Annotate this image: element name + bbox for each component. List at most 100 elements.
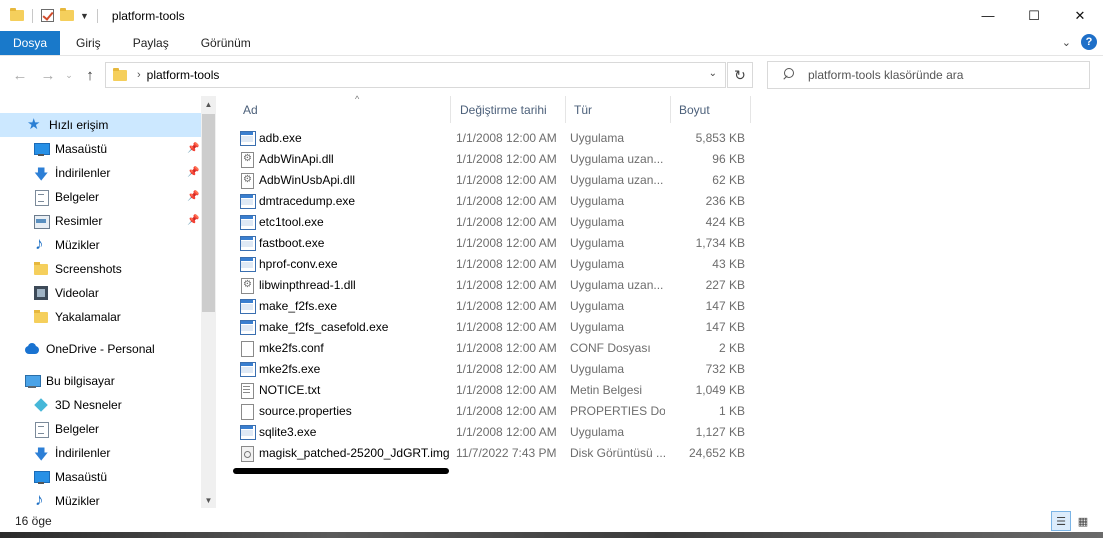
scrollbar-thumb[interactable] xyxy=(202,114,215,312)
file-name-cell[interactable]: mke2fs.exe xyxy=(239,358,449,379)
file-file-icon xyxy=(239,340,255,357)
sidebar-item-music-pc[interactable]: Müzikler xyxy=(33,489,100,508)
file-list: Ad ^ Değiştirme tarihi Tür Boyut adb.exe… xyxy=(216,94,1103,508)
column-header-name[interactable]: Ad ^ xyxy=(235,94,451,123)
sidebar-item-onedrive[interactable]: OneDrive - Personal xyxy=(24,337,155,361)
pin-icon[interactable]: 📌 xyxy=(187,143,199,154)
sidebar-item-this-pc[interactable]: Bu bilgisayar xyxy=(24,369,115,393)
help-icon[interactable]: ? xyxy=(1081,34,1097,50)
file-name-cell[interactable]: adb.exe xyxy=(239,127,449,148)
column-header-date[interactable]: Değiştirme tarihi xyxy=(452,96,566,123)
table-row[interactable]: etc1tool.exe 1/1/2008 12:00 AM Uygulama 424… xyxy=(235,211,755,232)
sidebar-item-captures[interactable]: Yakalamalar xyxy=(33,305,121,329)
file-name-cell[interactable]: magisk_patched-25200_JdGRT.img xyxy=(239,442,449,463)
sidebar-item-downloads-pc[interactable]: İndirilenler xyxy=(33,441,110,468)
file-date: 1/1/2008 12:00 AM xyxy=(456,382,557,397)
tab-share[interactable]: Paylaş xyxy=(117,31,185,55)
music-icon xyxy=(33,490,49,508)
table-row[interactable]: AdbWinApi.dll 1/1/2008 12:00 AM Uygulama u… xyxy=(235,148,755,169)
properties-icon[interactable] xyxy=(41,9,54,22)
refresh-button[interactable]: ↻ xyxy=(727,62,753,88)
sidebar-item-desktop-pc[interactable]: Masaüstü xyxy=(33,465,107,489)
file-name-cell[interactable]: AdbWinApi.dll xyxy=(239,148,449,169)
search-input[interactable] xyxy=(808,68,1088,82)
sidebar-item-music[interactable]: Müzikler xyxy=(33,233,100,257)
file-name-cell[interactable]: etc1tool.exe xyxy=(239,211,449,232)
sidebar-item-desktop[interactable]: Masaüstü xyxy=(33,137,107,161)
status-bar: 16 öge ☰ ▦ xyxy=(0,510,1103,532)
details-view-icon[interactable]: ☰ xyxy=(1051,511,1071,531)
exe-file-icon xyxy=(239,298,256,314)
sidebar-scrollbar[interactable]: ▲ ▼ xyxy=(201,96,216,508)
address-dropdown-icon[interactable]: ⌄ xyxy=(709,68,717,79)
table-row[interactable]: NOTICE.txt 1/1/2008 12:00 AM Metin Belgesi… xyxy=(235,379,755,400)
pin-icon[interactable]: 📌 xyxy=(187,191,199,202)
forward-button[interactable]: → xyxy=(34,62,62,88)
close-button[interactable]: ✕ xyxy=(1057,0,1103,31)
sidebar-item-quick-access[interactable]: Hızlı erişim xyxy=(0,113,201,137)
breadcrumb-separator-icon[interactable]: › xyxy=(137,69,141,81)
divider xyxy=(32,8,33,23)
large-icons-view-icon[interactable]: ▦ xyxy=(1073,511,1093,531)
file-date: 1/1/2008 12:00 AM xyxy=(456,340,557,355)
table-row[interactable]: fastboot.exe 1/1/2008 12:00 AM Uygulama 1,7… xyxy=(235,232,755,253)
table-row[interactable]: source.properties 1/1/2008 12:00 AM PROPER… xyxy=(235,400,755,421)
table-row[interactable]: libwinpthread-1.dll 1/1/2008 12:00 AM Uygu… xyxy=(235,274,755,295)
file-size: 43 KB xyxy=(712,256,745,271)
pin-icon[interactable]: 📌 xyxy=(187,215,199,226)
address-bar[interactable]: › platform-tools ⌄ xyxy=(105,62,726,88)
table-row[interactable]: make_f2fs.exe 1/1/2008 12:00 AM Uygulama 14… xyxy=(235,295,755,316)
tab-view[interactable]: Görünüm xyxy=(185,31,267,55)
file-name-cell[interactable]: fastboot.exe xyxy=(239,232,449,253)
back-button[interactable]: ← xyxy=(6,62,34,88)
file-name-cell[interactable]: libwinpthread-1.dll xyxy=(239,274,449,295)
search-box[interactable] xyxy=(767,61,1090,89)
column-header-size[interactable]: Boyut xyxy=(671,96,751,123)
navigation-bar: ← → ⌄ ↑ › platform-tools ⌄ ↻ xyxy=(0,57,1103,93)
table-row[interactable]: AdbWinUsbApi.dll 1/1/2008 12:00 AM Uygulam… xyxy=(235,169,755,190)
sidebar-item-videos[interactable]: Videolar xyxy=(33,281,99,305)
customize-toolbar-icon[interactable]: ▼ xyxy=(80,11,89,21)
file-name: adb.exe xyxy=(259,130,302,145)
file-file-icon xyxy=(239,403,255,420)
sidebar-item-downloads[interactable]: İndirilenler xyxy=(33,161,110,188)
file-name-cell[interactable]: NOTICE.txt xyxy=(239,379,449,400)
file-name-cell[interactable]: source.properties xyxy=(239,400,449,421)
minimize-button[interactable]: — xyxy=(965,0,1011,31)
file-name-cell[interactable]: make_f2fs_casefold.exe xyxy=(239,316,449,337)
sidebar-item-3d-objects[interactable]: 3D Nesneler xyxy=(33,393,122,417)
sidebar-item-documents-pc[interactable]: Belgeler xyxy=(33,417,99,441)
sidebar-item-screenshots[interactable]: Screenshots xyxy=(33,257,122,281)
table-row[interactable]: magisk_patched-25200_JdGRT.img 11/7/2022 … xyxy=(235,442,755,463)
quick-access-toolbar: ▼ xyxy=(0,8,100,23)
column-header-type[interactable]: Tür xyxy=(566,96,671,123)
file-name-cell[interactable]: AdbWinUsbApi.dll xyxy=(239,169,449,190)
file-name-cell[interactable]: sqlite3.exe xyxy=(239,421,449,442)
recent-locations-button[interactable]: ⌄ xyxy=(62,62,76,88)
table-row[interactable]: mke2fs.conf 1/1/2008 12:00 AM CONF Dosyası… xyxy=(235,337,755,358)
file-name-cell[interactable]: dmtracedump.exe xyxy=(239,190,449,211)
new-folder-icon[interactable] xyxy=(60,8,74,21)
sidebar-item-documents[interactable]: Belgeler xyxy=(33,185,99,209)
table-row[interactable]: make_f2fs_casefold.exe 1/1/2008 12:00 AM U… xyxy=(235,316,755,337)
table-row[interactable]: mke2fs.exe 1/1/2008 12:00 AM Uygulama 732 K… xyxy=(235,358,755,379)
table-row[interactable]: sqlite3.exe 1/1/2008 12:00 AM Uygulama 1,12… xyxy=(235,421,755,442)
file-name-cell[interactable]: make_f2fs.exe xyxy=(239,295,449,316)
file-name-cell[interactable]: hprof-conv.exe xyxy=(239,253,449,274)
scroll-down-icon[interactable]: ▼ xyxy=(201,492,216,508)
breadcrumb[interactable]: platform-tools xyxy=(147,68,220,82)
annotation-underline xyxy=(233,468,449,474)
file-name: hprof-conv.exe xyxy=(259,256,338,271)
up-button[interactable]: ↑ xyxy=(76,62,104,88)
maximize-button[interactable]: ☐ xyxy=(1011,0,1057,31)
scroll-up-icon[interactable]: ▲ xyxy=(201,96,216,112)
table-row[interactable]: hprof-conv.exe 1/1/2008 12:00 AM Uygulama 4… xyxy=(235,253,755,274)
tab-file[interactable]: Dosya xyxy=(0,31,61,55)
tab-home[interactable]: Giriş xyxy=(60,31,117,55)
sidebar-item-pictures[interactable]: Resimler xyxy=(33,209,102,233)
file-name-cell[interactable]: mke2fs.conf xyxy=(239,337,449,358)
table-row[interactable]: adb.exe 1/1/2008 12:00 AM Uygulama 5,853 KB xyxy=(235,127,755,148)
expand-ribbon-icon[interactable]: ⌄ xyxy=(1062,36,1071,49)
table-row[interactable]: dmtracedump.exe 1/1/2008 12:00 AM Uygulama… xyxy=(235,190,755,211)
pin-icon[interactable]: 📌 xyxy=(187,167,199,178)
